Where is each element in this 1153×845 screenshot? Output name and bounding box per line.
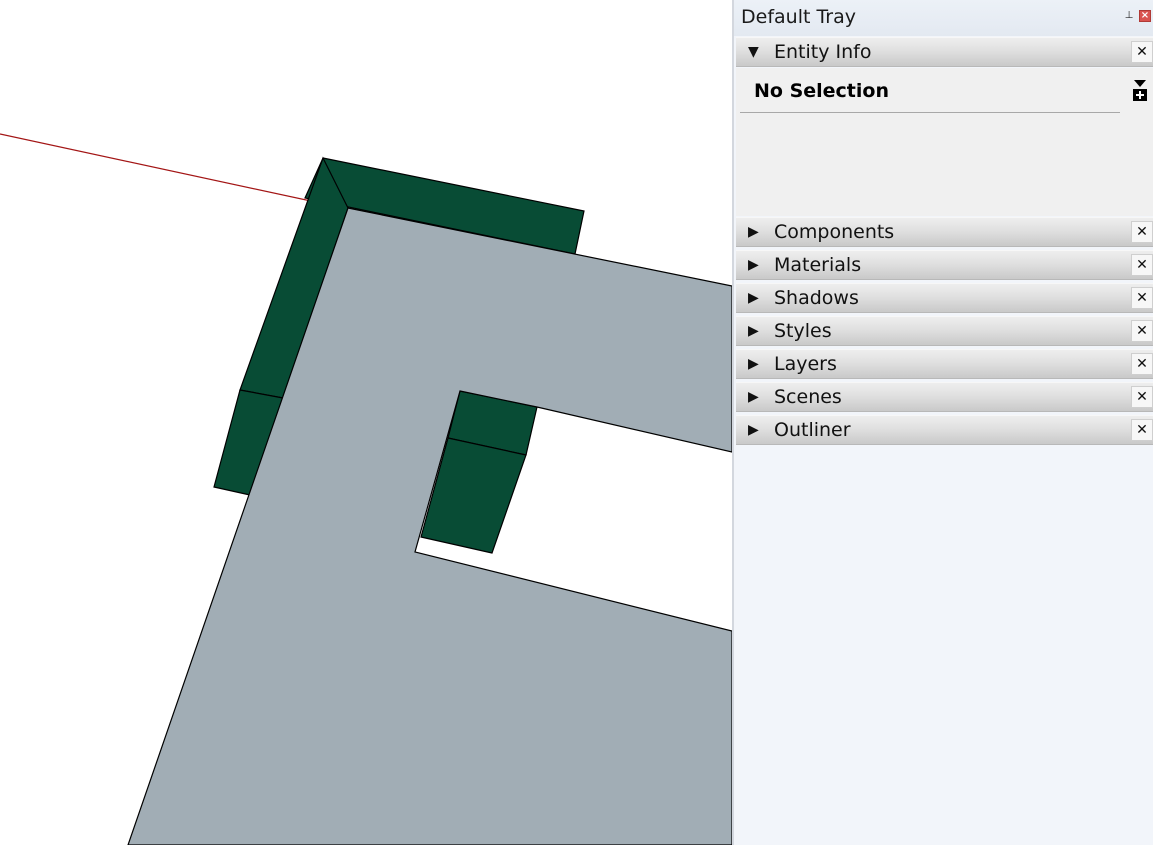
collapsed-arrow-icon: ▶ [748,290,759,306]
collapsed-arrow-icon: ▶ [748,422,759,438]
panel-close-button[interactable]: ✕ [1131,353,1153,375]
panel-label: Outliner [774,419,851,441]
sketchup-window: Default Tray ⊥ × ▼ Entity Info ✕ No Sele… [0,0,1153,845]
panel-close-button[interactable]: ✕ [1131,221,1153,243]
collapsed-arrow-icon: ▶ [748,323,759,339]
slab-top-face [127,207,732,845]
model-canvas[interactable] [0,0,732,845]
collapsed-arrow-icon: ▶ [748,356,759,372]
panel-outliner[interactable]: ▶ Outliner ✕ [736,415,1153,445]
panel-close-button[interactable]: ✕ [1131,254,1153,276]
panel-label: Styles [774,320,832,342]
panel-components[interactable]: ▶ Components ✕ [736,217,1153,247]
panel-close-button[interactable]: ✕ [1131,287,1153,309]
panel-close-button[interactable]: ✕ [1131,419,1153,441]
entity-info-label: Entity Info [774,41,872,63]
entity-info-body: No Selection [736,68,1153,216]
close-icon[interactable]: × [1139,10,1151,22]
expand-details-icon[interactable] [1132,78,1148,102]
panel-label: Layers [774,353,837,375]
pin-icon[interactable]: ⊥ [1124,10,1134,22]
selection-status: No Selection [754,80,889,102]
divider [740,112,1120,113]
model-viewport[interactable] [0,0,732,845]
panel-shadows[interactable]: ▶ Shadows ✕ [736,283,1153,313]
collapsed-arrow-icon: ▶ [748,224,759,240]
red-axis-line [0,133,349,210]
tray-titlebar[interactable]: Default Tray ⊥ × [734,0,1153,36]
panel-close-button[interactable]: ✕ [1131,386,1153,408]
entity-info-close-button[interactable]: ✕ [1131,41,1153,63]
panel-label: Components [774,221,895,243]
entity-info-header[interactable]: ▼ Entity Info ✕ [736,37,1153,67]
panel-label: Shadows [774,287,859,309]
panel-layers[interactable]: ▶ Layers ✕ [736,349,1153,379]
expanded-arrow-icon: ▼ [748,44,759,60]
panel-scenes[interactable]: ▶ Scenes ✕ [736,382,1153,412]
panel-label: Scenes [774,386,842,408]
tray-title: Default Tray [741,6,856,28]
panel-label: Materials [774,254,862,276]
panel-close-button[interactable]: ✕ [1131,320,1153,342]
default-tray: Default Tray ⊥ × ▼ Entity Info ✕ No Sele… [732,0,1153,845]
panel-styles[interactable]: ▶ Styles ✕ [736,316,1153,346]
panel-materials[interactable]: ▶ Materials ✕ [736,250,1153,280]
collapsed-arrow-icon: ▶ [748,257,759,273]
collapsed-arrow-icon: ▶ [748,389,759,405]
